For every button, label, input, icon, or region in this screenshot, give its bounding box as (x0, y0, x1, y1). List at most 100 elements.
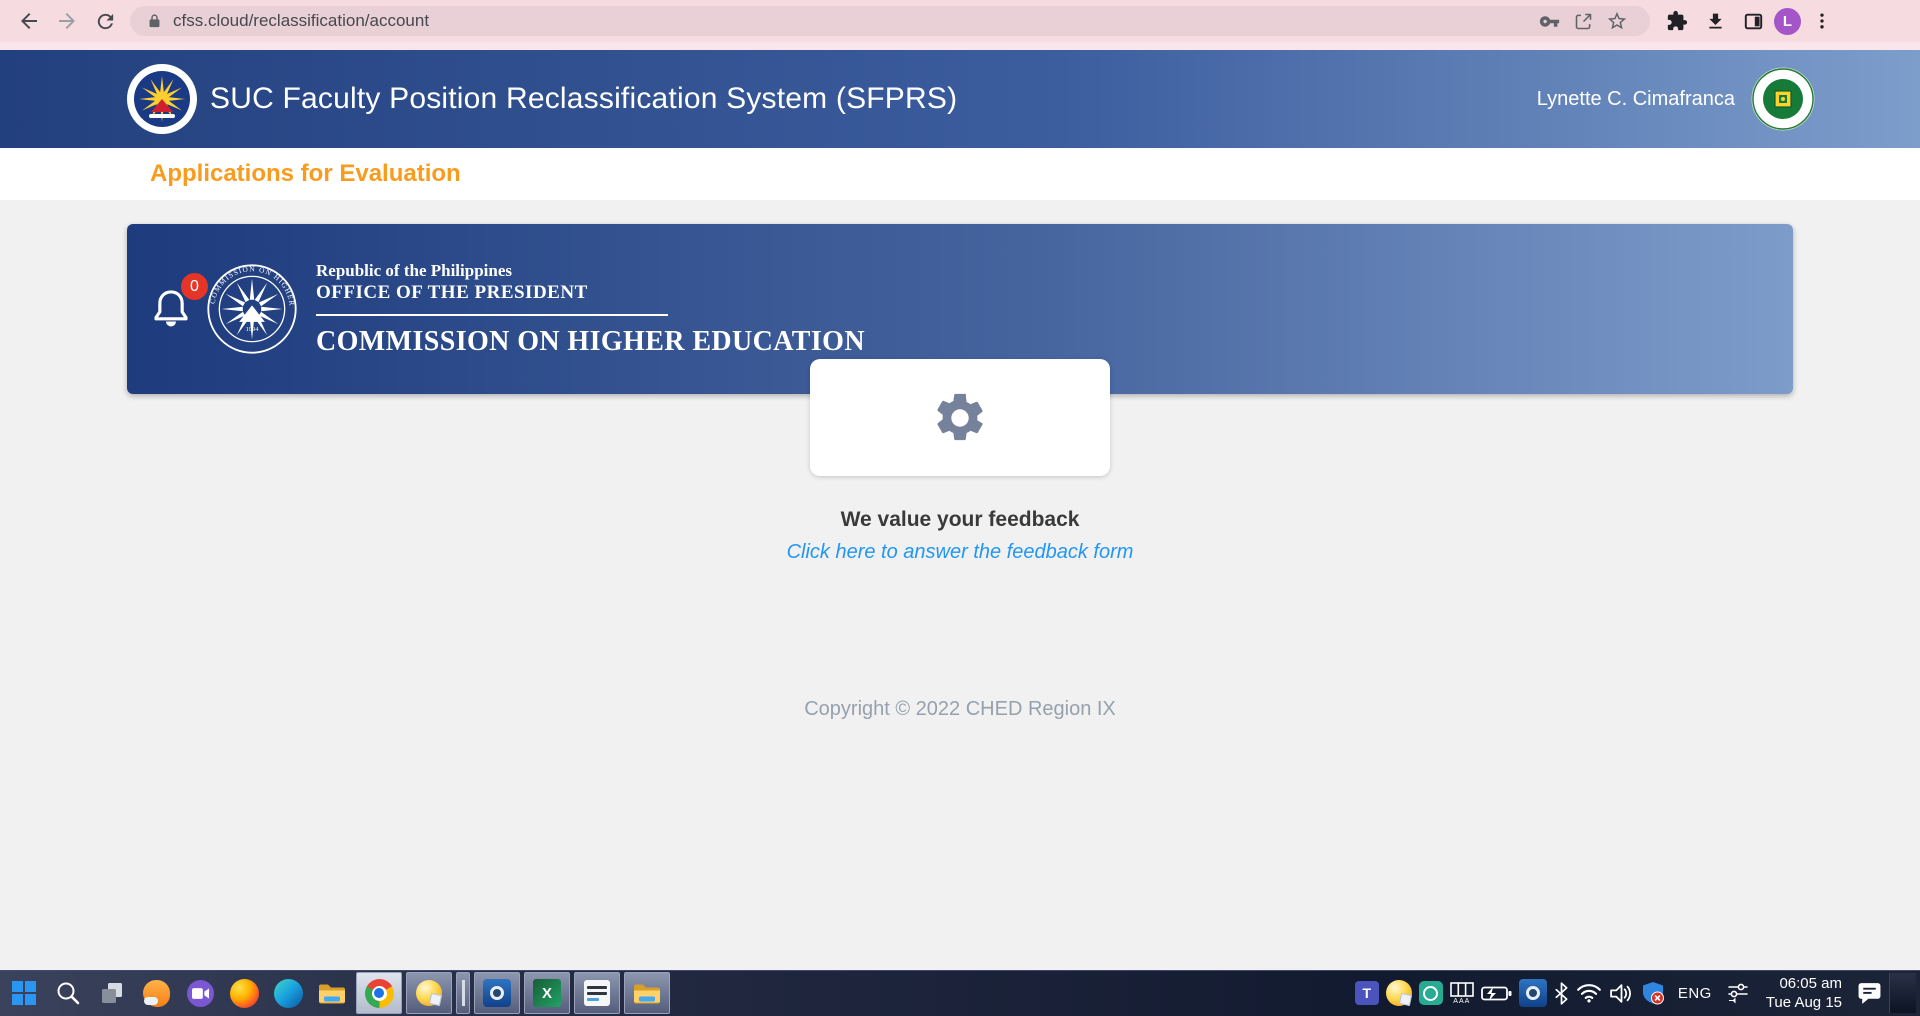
app-header: SUC Faculty Position Reclassification Sy… (0, 50, 1920, 148)
system-tray: T AAA (1355, 973, 1918, 1013)
archive-app-window-button[interactable] (574, 972, 620, 1014)
browser-menu-button[interactable] (1805, 4, 1839, 38)
scanner-app-icon (483, 979, 511, 1007)
bluetooth-glyph-icon (1554, 982, 1569, 1005)
toolbar-actions: L (1660, 4, 1839, 38)
back-arrow-icon (17, 9, 41, 33)
forward-arrow-icon (55, 9, 79, 33)
browser-profile-avatar[interactable]: L (1774, 8, 1801, 35)
clock-time: 06:05 am (1766, 974, 1842, 994)
ched-seal: COMMISSION ON HIGHER EDUCATION (206, 263, 298, 355)
character-grid-tray-icon[interactable]: AAA (1450, 982, 1474, 1005)
folder-window-button[interactable] (624, 972, 670, 1014)
page-title: SUC Faculty Position Reclassification Sy… (210, 82, 957, 116)
start-button[interactable] (2, 972, 46, 1014)
scanner-tray-icon[interactable] (1519, 979, 1547, 1007)
volume-icon[interactable] (1609, 983, 1634, 1004)
bookmark-button[interactable] (1600, 6, 1634, 36)
excel-window-button[interactable]: X (524, 972, 570, 1014)
banner-text: Republic of the Philippines OFFICE OF TH… (316, 260, 865, 358)
chrome-window-button[interactable] (356, 972, 402, 1014)
window-edge-separator[interactable] (456, 972, 470, 1014)
back-button[interactable] (10, 2, 48, 40)
vsu-logo (1751, 67, 1815, 131)
audio-mixer-icon[interactable] (1725, 982, 1751, 1004)
office-line: OFFICE OF THE PRESIDENT (316, 281, 865, 306)
share-button[interactable] (1566, 6, 1600, 36)
task-view-button[interactable] (90, 972, 134, 1014)
action-center-button[interactable] (1857, 982, 1882, 1005)
seal-year: 1994 (246, 326, 260, 333)
battery-icon[interactable] (1481, 985, 1512, 1002)
language-indicator[interactable]: ENG (1672, 985, 1718, 1002)
task-view-icon (99, 980, 125, 1006)
url-bar[interactable]: cfss.cloud/reclassification/account (130, 6, 1650, 36)
republic-line: Republic of the Philippines (316, 260, 865, 281)
mixer-sliders-icon (1725, 982, 1751, 1004)
taskbar-search-button[interactable] (46, 972, 90, 1014)
folder-icon (633, 982, 661, 1005)
notification-count-badge: 0 (181, 273, 208, 300)
banner-divider (316, 314, 668, 316)
puzzle-icon (1666, 10, 1688, 32)
shield-alert-icon (1641, 981, 1665, 1005)
video-app-icon[interactable] (178, 972, 222, 1014)
key-icon (1539, 11, 1560, 32)
loading-card (810, 359, 1110, 476)
wifi-icon[interactable] (1576, 983, 1602, 1003)
forward-button[interactable] (48, 2, 86, 40)
star-icon (1606, 10, 1628, 32)
clock-date: Tue Aug 15 (1766, 993, 1842, 1013)
url-text: cfss.cloud/reclassification/account (173, 11, 1532, 31)
extensions-button[interactable] (1660, 4, 1694, 38)
camera-glyph-icon (192, 987, 209, 1000)
password-key-button[interactable] (1532, 6, 1566, 36)
speaker-glyph-icon (1609, 983, 1634, 1004)
browser-toolbar: cfss.cloud/reclassification/account L (0, 0, 1920, 42)
folder-icon (318, 982, 346, 1005)
kebab-menu-icon (1812, 11, 1832, 31)
file-explorer-icon[interactable] (310, 972, 354, 1014)
archive-app-icon (584, 980, 610, 1006)
weather-app-icon[interactable] (134, 972, 178, 1014)
capture-tray-icon[interactable] (1419, 981, 1443, 1005)
wifi-glyph-icon (1576, 983, 1602, 1003)
show-desktop-button[interactable] (1889, 973, 1916, 1013)
edge-icon[interactable] (266, 972, 310, 1014)
commission-line: COMMISSION ON HIGHER EDUCATION (316, 326, 865, 358)
share-icon (1573, 11, 1594, 32)
section-bar: Applications for Evaluation (0, 148, 1920, 200)
downloads-button[interactable] (1698, 4, 1732, 38)
reload-icon (94, 10, 117, 33)
bluetooth-icon[interactable] (1554, 982, 1569, 1005)
feedback-heading: We value your feedback (0, 508, 1920, 532)
ched-logo (126, 63, 198, 135)
gear-icon (931, 389, 989, 447)
utility-app-window-button[interactable] (406, 972, 452, 1014)
taskbar: X T AAA (0, 970, 1920, 1016)
firefox-icon[interactable] (222, 972, 266, 1014)
feedback-link[interactable]: Click here to answer the feedback form (0, 541, 1920, 564)
notifications-button[interactable]: 0 (150, 285, 192, 333)
utility-app-icon (416, 980, 442, 1006)
browser-chrome-strip (0, 42, 1920, 50)
user-name[interactable]: Lynette C. Cimafranca (1537, 88, 1735, 111)
teams-tray-icon[interactable]: T (1355, 981, 1379, 1005)
excel-icon: X (533, 979, 561, 1007)
download-icon (1705, 11, 1726, 32)
section-title: Applications for Evaluation (150, 160, 461, 188)
utility-tray-icon[interactable] (1386, 980, 1412, 1006)
grid-icon (1450, 982, 1474, 997)
reload-button[interactable] (86, 2, 124, 40)
defender-icon[interactable] (1641, 981, 1665, 1005)
windows-logo-icon (11, 980, 37, 1006)
copyright-text: Copyright © 2022 CHED Region IX (0, 698, 1920, 721)
side-panel-icon (1743, 11, 1764, 32)
clock[interactable]: 06:05 am Tue Aug 15 (1766, 974, 1842, 1013)
scanner-app-window-button[interactable] (474, 972, 520, 1014)
chrome-icon (365, 979, 394, 1008)
side-panel-button[interactable] (1736, 4, 1770, 38)
separator-lines-icon (462, 980, 465, 1006)
lock-icon (146, 13, 163, 30)
battery-charging-icon (1481, 985, 1512, 1002)
